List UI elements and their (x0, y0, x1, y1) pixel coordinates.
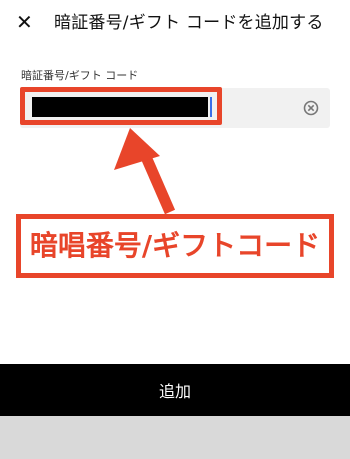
add-button[interactable]: 追加 (0, 364, 350, 416)
callout-text: 暗唱番号/ギフトコード (29, 229, 321, 262)
annotation-callout: 暗唱番号/ギフトコード (16, 214, 334, 278)
bottom-bar (0, 416, 350, 459)
